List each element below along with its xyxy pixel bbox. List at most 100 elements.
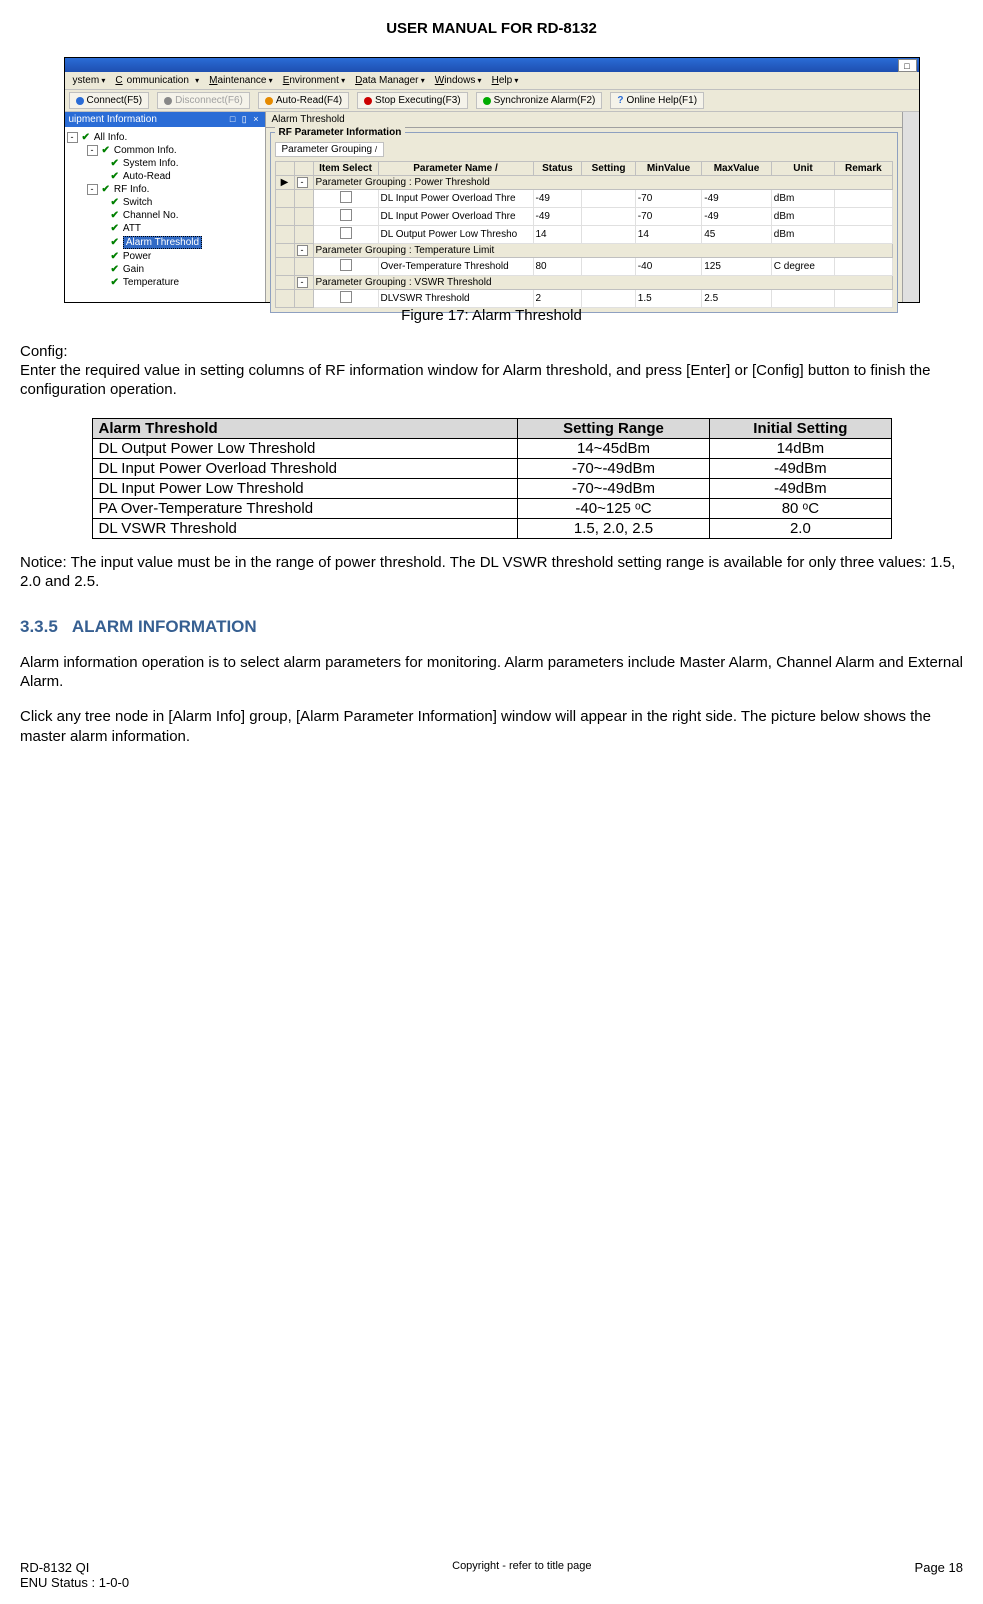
menu-system[interactable]: ystem — [69, 74, 110, 87]
sync-icon — [483, 97, 491, 105]
document-title: USER MANUAL FOR RD-8132 — [20, 20, 963, 37]
autoread-button[interactable]: Auto-Read(F4) — [258, 92, 349, 109]
tree-node[interactable]: ✔Power — [111, 250, 263, 263]
footer-left2: ENU Status : 1-0-0 — [20, 1575, 129, 1590]
tree-panel: uipment Information □ ▯ × -✔All Info.-✔C… — [65, 112, 266, 302]
table-row[interactable]: DL Input Power Overload Thre-49-70-49dBm — [275, 190, 892, 208]
notice-text: Notice: The input value must be in the r… — [20, 553, 963, 591]
tree-node[interactable]: ✔ Auto-Read — [111, 170, 263, 183]
menu-maintenance[interactable]: Maintenance — [205, 74, 277, 87]
tree-node[interactable]: ✔Temperature — [111, 276, 263, 289]
sync-button[interactable]: Synchronize Alarm(F2) — [476, 92, 603, 109]
main-tab[interactable]: Alarm Threshold — [266, 112, 902, 128]
tree-label: System Info. — [123, 158, 179, 169]
check-icon: ✔ — [111, 251, 119, 262]
table-row: DL Output Power Low Threshold14~45dBm14d… — [92, 438, 891, 458]
tree-node[interactable]: ✔Channel No. — [111, 209, 263, 222]
parameter-grid[interactable]: Item SelectParameter Name /StatusSetting… — [275, 161, 893, 308]
footer-mid: Copyright - refer to title page — [452, 1560, 591, 1590]
expander-icon[interactable]: - — [67, 132, 78, 143]
checkbox[interactable] — [340, 291, 352, 303]
grid-header[interactable]: Parameter Name / — [378, 162, 533, 176]
grid-header[interactable] — [294, 162, 313, 176]
footer-left1: RD-8132 QI — [20, 1560, 129, 1575]
menu-windows[interactable]: Windows — [431, 74, 486, 87]
collapse-icon[interactable]: - — [297, 177, 308, 188]
tree-label: RF Info. — [114, 184, 150, 195]
section-title: ALARM INFORMATION — [72, 617, 257, 636]
disconnect-icon — [164, 97, 172, 105]
stop-icon — [364, 97, 372, 105]
check-icon: ✔ — [82, 132, 90, 143]
collapse-icon[interactable]: - — [297, 277, 308, 288]
table-row[interactable]: Over-Temperature Threshold80-40125C degr… — [275, 258, 892, 276]
window-button-icon: □ — [898, 59, 917, 72]
tree-label: All Info. — [94, 132, 127, 143]
check-icon: ✔ — [102, 184, 110, 195]
titlebar: □ — [65, 58, 919, 72]
table-row[interactable]: DL Output Power Low Thresho141445dBm — [275, 226, 892, 244]
tree-node[interactable]: ✔Switch — [111, 196, 263, 209]
subtab[interactable]: Parameter Grouping / — [275, 142, 385, 157]
expander-icon[interactable]: - — [87, 184, 98, 195]
tree-node[interactable]: ✔Alarm Threshold — [111, 235, 263, 250]
group-header[interactable]: -Parameter Grouping : Temperature Limit — [275, 244, 892, 258]
check-icon: ✔ — [111, 264, 119, 275]
paragraph-1: Alarm information operation is to select… — [20, 653, 963, 691]
grid-header[interactable]: Unit — [771, 162, 834, 176]
menu-help[interactable]: Help — [488, 74, 523, 87]
disconnect-button[interactable]: Disconnect(F6) — [157, 92, 250, 109]
tree-label: ATT — [123, 223, 141, 234]
tree-label: Auto-Read — [123, 171, 171, 182]
check-icon: ✔ — [111, 158, 119, 169]
expander-icon[interactable]: - — [87, 145, 98, 156]
rf-group: RF Parameter Information Parameter Group… — [270, 132, 898, 313]
connect-button[interactable]: Connect(F5) — [69, 92, 150, 109]
tree-node[interactable]: ✔Gain — [111, 263, 263, 276]
grid-header[interactable]: MinValue — [635, 162, 701, 176]
help-button[interactable]: ?Online Help(F1) — [610, 92, 704, 109]
tree-node[interactable]: -✔ All Info. — [67, 131, 263, 144]
menu-datamanager[interactable]: Data Manager — [351, 74, 429, 87]
menubar: ystem Communication Maintenance Environm… — [65, 72, 919, 90]
table-row: DL VSWR Threshold1.5, 2.0, 2.52.0 — [92, 518, 891, 538]
screenshot-window: □ ystem Communication Maintenance Enviro… — [64, 57, 920, 303]
group-header[interactable]: ▶-Parameter Grouping : Power Threshold — [275, 176, 892, 190]
stop-button[interactable]: Stop Executing(F3) — [357, 92, 468, 109]
toolbar: Connect(F5) Disconnect(F6) Auto-Read(F4)… — [65, 90, 919, 112]
grid-header[interactable]: MaxValue — [702, 162, 772, 176]
checkbox[interactable] — [340, 259, 352, 271]
th-alarm: Alarm Threshold — [92, 418, 517, 438]
grid-header[interactable] — [275, 162, 294, 176]
config-label: Config: — [20, 342, 963, 361]
table-row[interactable]: DLVSWR Threshold21.52.5 — [275, 290, 892, 308]
checkbox[interactable] — [340, 227, 352, 239]
section-heading: 3.3.5 ALARM INFORMATION — [20, 617, 963, 637]
table-row: PA Over-Temperature Threshold-40~125 ᵒC8… — [92, 498, 891, 518]
footer: RD-8132 QI ENU Status : 1-0-0 Copyright … — [20, 1560, 963, 1590]
tree-label: Switch — [123, 197, 152, 208]
grid-header[interactable]: Status — [533, 162, 582, 176]
tree-node[interactable]: ✔ System Info. — [111, 157, 263, 170]
grid-header[interactable]: Remark — [835, 162, 892, 176]
connect-icon — [76, 97, 84, 105]
check-icon: ✔ — [111, 171, 119, 182]
tree-label: Common Info. — [114, 145, 177, 156]
grid-header[interactable]: Item Select — [313, 162, 378, 176]
tree-body[interactable]: -✔All Info.-✔Common Info.✔System Info.✔A… — [65, 127, 265, 302]
checkbox[interactable] — [340, 191, 352, 203]
tree-label: Channel No. — [123, 210, 179, 221]
menu-environment[interactable]: Environment — [279, 74, 349, 87]
tree-node[interactable]: -✔Common Info. — [87, 144, 263, 157]
tree-node[interactable]: ✔ATT — [111, 222, 263, 235]
group-header[interactable]: -Parameter Grouping : VSWR Threshold — [275, 276, 892, 290]
collapse-icon[interactable]: - — [297, 245, 308, 256]
grid-header[interactable]: Setting — [582, 162, 635, 176]
scrollbar[interactable] — [902, 112, 919, 302]
table-row[interactable]: DL Input Power Overload Thre-49-70-49dBm — [275, 208, 892, 226]
alarm-threshold-table: Alarm Threshold Setting Range Initial Se… — [92, 418, 892, 539]
menu-communication[interactable]: Communication — [111, 74, 203, 87]
checkbox[interactable] — [340, 209, 352, 221]
th-initial: Initial Setting — [710, 418, 891, 438]
tree-node[interactable]: -✔ RF Info. — [87, 183, 263, 196]
